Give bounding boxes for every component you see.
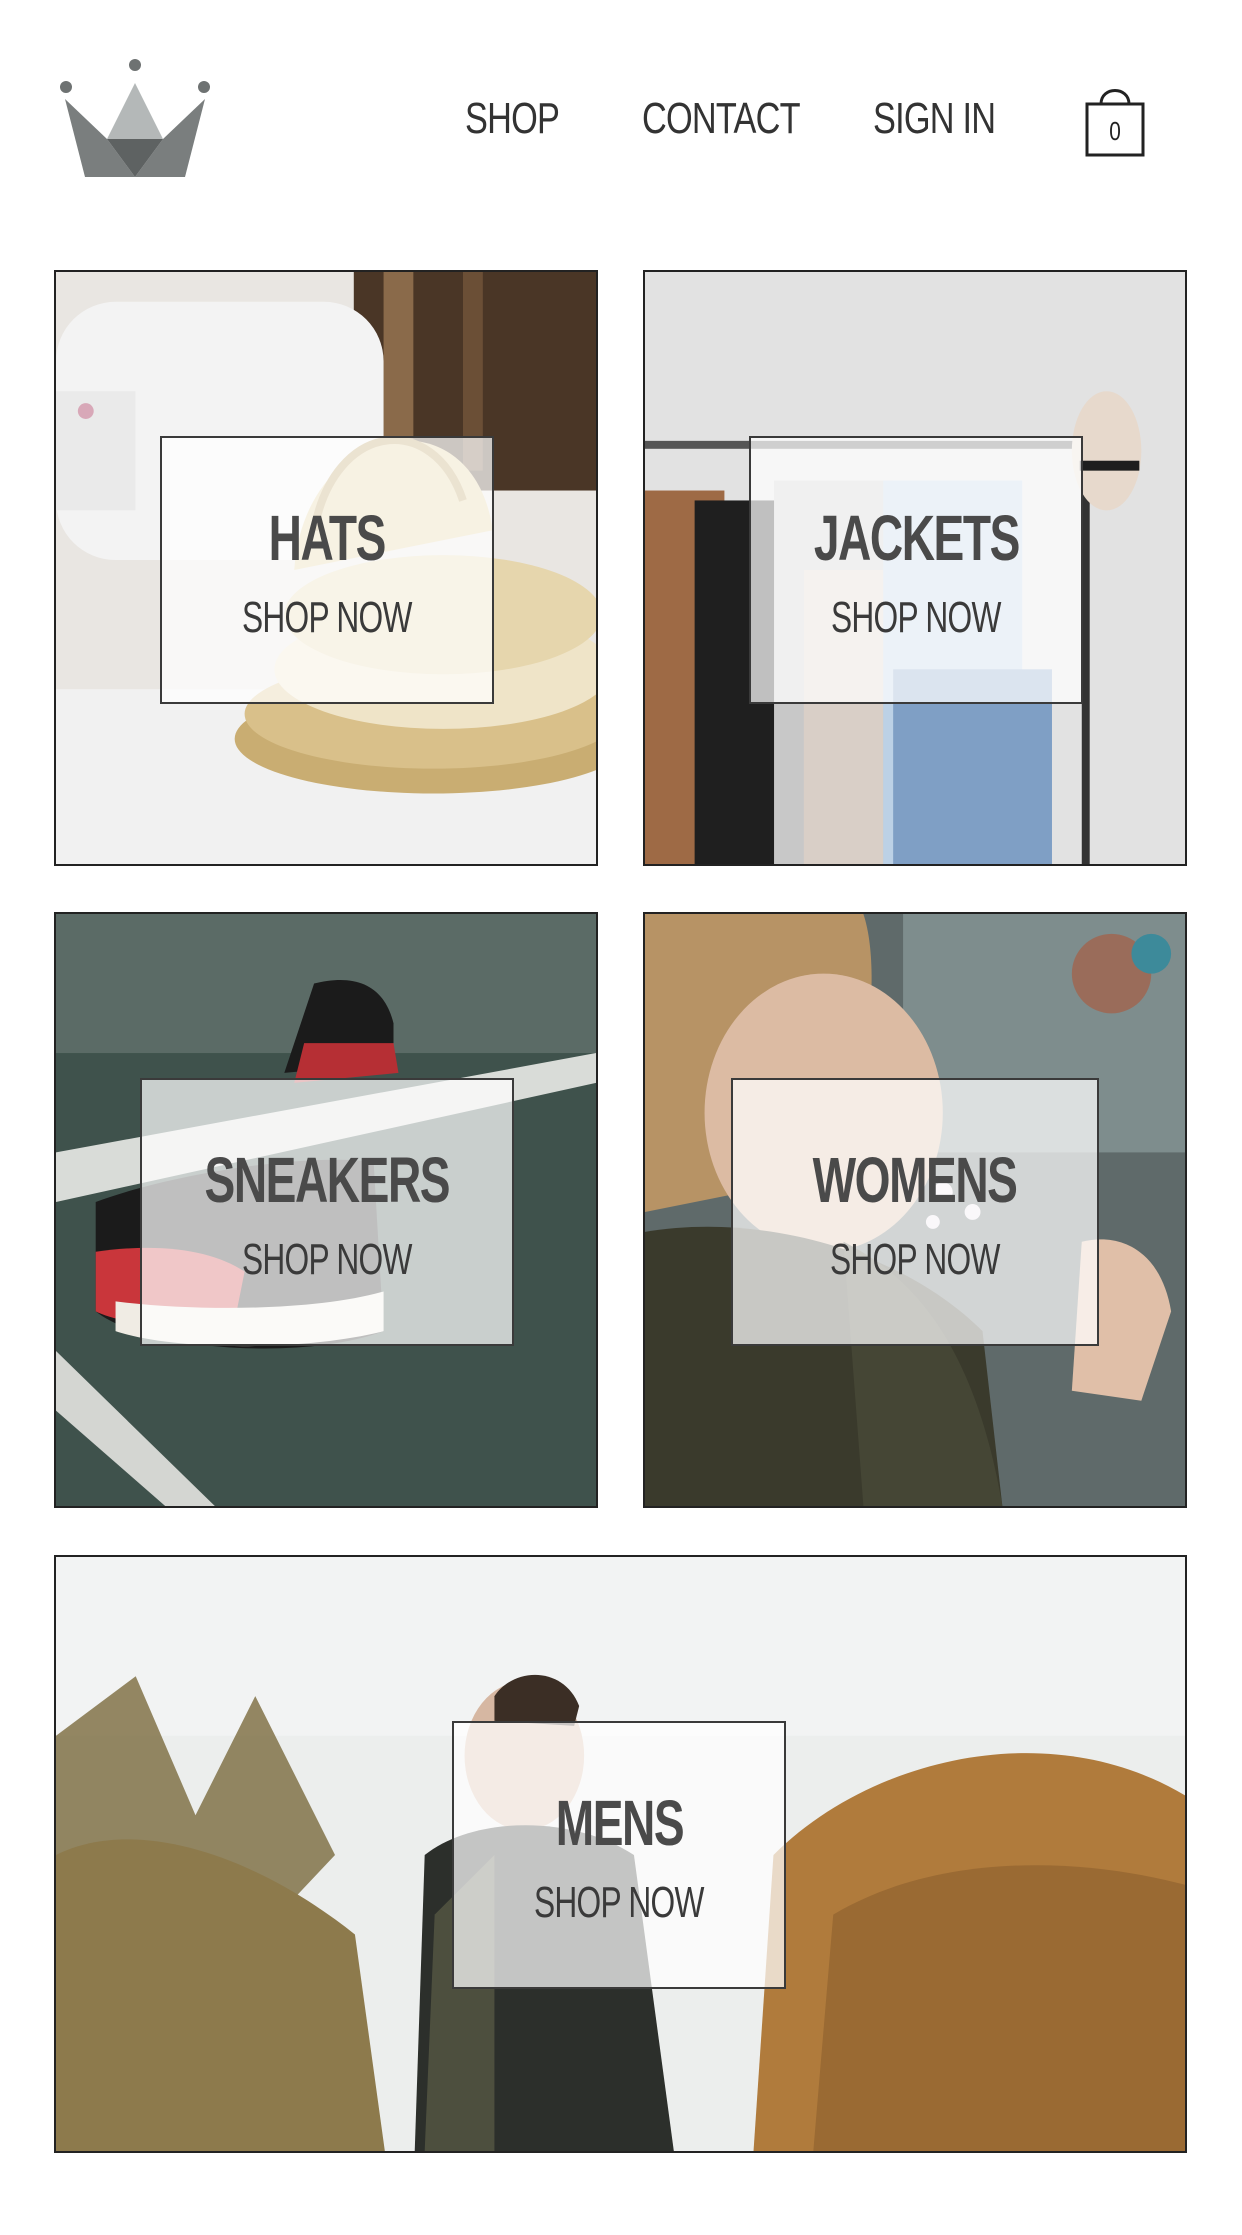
nav-shop-link[interactable]: SHOP xyxy=(465,94,560,144)
shop-now-link[interactable]: SHOP NOW xyxy=(831,596,1001,640)
shop-now-link[interactable]: SHOP NOW xyxy=(242,1238,412,1282)
cart-count: 0 xyxy=(1109,116,1121,146)
nav-sign-in-link[interactable]: SIGN IN xyxy=(873,94,996,144)
shop-now-link[interactable]: SHOP NOW xyxy=(242,596,412,640)
category-tile-hats[interactable]: HATS SHOP NOW xyxy=(54,270,598,866)
category-label-box: HATS SHOP NOW xyxy=(160,436,494,704)
category-label-box: WOMENS SHOP NOW xyxy=(731,1078,1099,1346)
category-tile-jackets[interactable]: JACKETS SHOP NOW xyxy=(643,270,1187,866)
category-label-box: JACKETS SHOP NOW xyxy=(749,436,1083,704)
category-title: SNEAKERS xyxy=(204,1144,451,1216)
category-title: MENS xyxy=(555,1787,684,1859)
category-tile-mens[interactable]: MENS SHOP NOW xyxy=(54,1555,1187,2153)
category-label-box: MENS SHOP NOW xyxy=(452,1721,786,1989)
category-title: JACKETS xyxy=(813,502,1020,574)
shop-now-link[interactable]: SHOP NOW xyxy=(830,1238,1000,1282)
cart-button[interactable]: 0 xyxy=(1085,82,1145,158)
nav-contact-link[interactable]: CONTACT xyxy=(642,94,801,144)
category-title: HATS xyxy=(268,502,387,574)
category-title: WOMENS xyxy=(813,1144,1018,1216)
category-tile-sneakers[interactable]: SNEAKERS SHOP NOW xyxy=(54,912,598,1508)
shop-now-link[interactable]: SHOP NOW xyxy=(534,1881,704,1925)
category-label-box: SNEAKERS SHOP NOW xyxy=(140,1078,514,1346)
crown-icon[interactable] xyxy=(55,55,215,185)
site-header: SHOP CONTACT SIGN IN 0 xyxy=(0,0,1242,240)
category-tile-womens[interactable]: WOMENS SHOP NOW xyxy=(643,912,1187,1508)
